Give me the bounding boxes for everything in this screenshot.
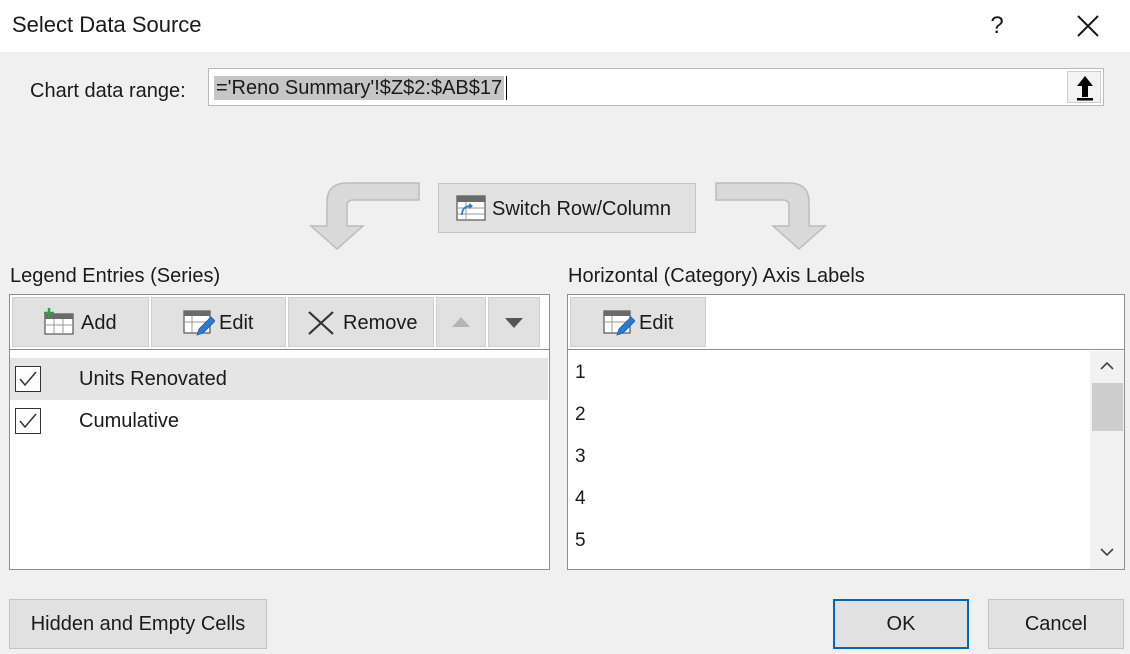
range-label: Chart data range: [30,80,186,102]
legend-entries-heading: Legend Entries (Series) [10,265,221,287]
ok-button[interactable]: OK [833,599,969,649]
axis-labels-panel: Edit 1 2 3 4 5 [567,294,1125,570]
collapse-dialog-button[interactable] [1067,71,1101,103]
vertical-scrollbar[interactable] [1090,351,1124,569]
triangle-down-icon [505,318,523,328]
axis-label-item[interactable]: 1 [575,362,586,384]
switch-row-column-label: Switch Row/Column [492,198,671,220]
help-button[interactable]: ? [975,6,1019,46]
scroll-up-arrow-icon[interactable] [1100,361,1114,370]
checkmark-icon [19,371,37,387]
arrow-up-icon [1077,76,1093,101]
remove-series-button[interactable]: Remove [288,297,434,347]
remove-series-label: Remove [343,312,418,334]
series-checkbox[interactable] [15,408,41,434]
axis-toolbar: Edit [568,295,1124,350]
curved-arrow-left-icon [309,182,420,251]
axis-label-item[interactable]: 2 [575,404,586,426]
triangle-up-icon [452,317,470,327]
checkmark-icon [19,413,37,429]
edit-series-label: Edit [219,312,254,334]
move-up-button[interactable] [436,297,486,347]
cancel-button[interactable]: Cancel [988,599,1124,649]
chart-data-range-input[interactable]: ='Reno Summary'!$Z$2:$AB$17 [208,68,1104,106]
close-icon [1077,15,1099,37]
edit-table-icon [603,310,635,336]
axis-label-item[interactable]: 4 [575,488,586,510]
text-caret [506,76,507,100]
add-series-label: Add [81,312,117,334]
curved-arrow-right-icon [715,182,827,251]
dialog-title: Select Data Source [12,12,202,37]
move-down-button[interactable] [488,297,540,347]
close-button[interactable] [1064,6,1112,46]
series-label: Units Renovated [79,368,227,390]
axis-label-item[interactable]: 5 [575,530,586,552]
legend-toolbar: Add Edit Remove [10,295,549,350]
edit-axis-labels-label: Edit [639,312,674,334]
add-table-icon [44,308,74,335]
edit-axis-labels-button[interactable]: Edit [570,297,706,347]
switch-row-column-icon [456,195,486,221]
switch-row-column-button[interactable]: Switch Row/Column [438,183,696,233]
scroll-down-arrow-icon[interactable] [1100,548,1114,557]
range-value[interactable]: ='Reno Summary'!$Z$2:$AB$17 [214,76,505,100]
remove-x-icon [308,311,334,335]
edit-series-button[interactable]: Edit [151,297,286,347]
series-checkbox[interactable] [15,366,41,392]
hidden-empty-cells-button[interactable]: Hidden and Empty Cells [9,599,267,649]
add-series-button[interactable]: Add [12,297,149,347]
series-row[interactable]: Cumulative [10,400,548,442]
series-label: Cumulative [79,410,180,432]
axis-labels-heading: Horizontal (Category) Axis Labels [568,265,865,287]
series-row[interactable]: Units Renovated [10,358,548,400]
scrollbar-thumb[interactable] [1092,383,1123,431]
edit-table-icon [183,310,215,336]
legend-entries-panel: Add Edit Remove Units Renovated Cumulati… [9,294,550,570]
axis-label-item[interactable]: 3 [575,446,586,468]
